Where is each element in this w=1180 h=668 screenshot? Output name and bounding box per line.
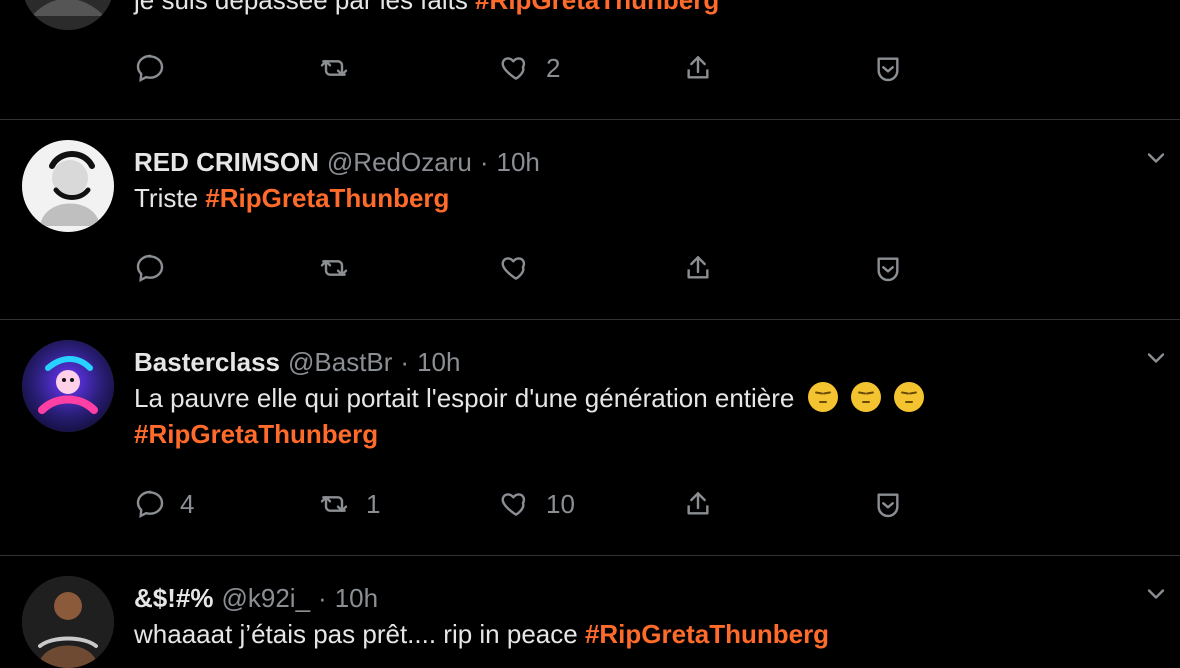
bookmark-icon	[877, 257, 899, 282]
retweet-button[interactable]	[316, 52, 366, 84]
hashtag-link[interactable]: #RipGretaThunberg	[585, 619, 829, 649]
reply-button[interactable]	[134, 252, 180, 284]
share-icon	[687, 256, 709, 279]
avatar[interactable]	[22, 0, 114, 30]
separator-dot: ·	[400, 346, 410, 377]
retweet-icon	[320, 60, 348, 76]
tweet-text: whaaaat j’étais pas prêt.... rip in peac…	[134, 619, 830, 649]
like-button[interactable]: 10	[500, 488, 575, 520]
display-name[interactable]: RED CRIMSON	[134, 147, 319, 178]
retweet-count: 1	[366, 488, 381, 519]
timeline: je suis dépassée par les faits #RipGreta…	[0, 0, 1180, 668]
retweet-icon	[320, 260, 348, 276]
retweet-icon	[320, 496, 348, 512]
heart-icon	[501, 57, 526, 80]
bookmark-icon	[877, 493, 899, 518]
pensive-face-emoji	[894, 382, 925, 413]
share-icon	[687, 56, 709, 79]
avatar[interactable]	[22, 340, 114, 432]
tweet-header: &$!#% @k92i_ · 10h	[134, 580, 378, 616]
bookmark-icon	[877, 57, 899, 82]
tweet-text: La pauvre elle qui portait l'espoir d'un…	[134, 380, 1114, 452]
hashtag-link[interactable]: #RipGretaThunberg	[205, 183, 449, 213]
separator-dot: ·	[318, 582, 327, 613]
tweet-card[interactable]: Basterclass @BastBr · 10h La pauvre elle…	[0, 320, 1180, 556]
display-name[interactable]: &$!#%	[134, 583, 213, 614]
chevron-down-icon[interactable]	[1142, 580, 1170, 608]
reply-icon	[136, 54, 164, 83]
share-button[interactable]	[682, 52, 714, 84]
pensive-face-emoji	[807, 382, 838, 413]
bookmark-button[interactable]	[872, 488, 904, 520]
like-count: 2	[546, 52, 561, 83]
bookmark-button[interactable]	[872, 52, 904, 84]
reply-button[interactable]: 4	[134, 488, 194, 520]
like-count: 10	[546, 488, 575, 519]
avatar[interactable]	[22, 576, 114, 668]
tweet-card[interactable]: RED CRIMSON @RedOzaru · 10h Triste #RipG…	[0, 120, 1180, 320]
user-handle[interactable]: @RedOzaru	[327, 147, 472, 178]
chevron-down-icon[interactable]	[1142, 144, 1170, 172]
tweet-text: Triste #RipGretaThunberg	[134, 183, 450, 213]
heart-icon	[501, 493, 526, 516]
share-icon	[687, 492, 709, 515]
user-handle[interactable]: @BastBr	[288, 347, 392, 378]
bookmark-button[interactable]	[872, 252, 904, 284]
tweet-card[interactable]: &$!#% @k92i_ · 10h whaaaat j’étais pas p…	[0, 556, 1180, 668]
timestamp[interactable]: 10h	[335, 583, 378, 614]
pensive-face-emoji	[850, 382, 881, 413]
hashtag-link[interactable]: #RipGretaThunberg	[134, 419, 378, 449]
timestamp[interactable]: 10h	[496, 147, 539, 178]
user-handle[interactable]: @k92i_	[221, 583, 310, 614]
reply-button[interactable]	[134, 52, 180, 84]
timestamp[interactable]: 10h	[417, 347, 460, 378]
tweet-text: je suis dépassée par les faits #RipGreta…	[134, 0, 719, 18]
retweet-button[interactable]	[316, 252, 366, 284]
reply-count: 4	[180, 488, 195, 519]
tweet-card[interactable]: je suis dépassée par les faits #RipGreta…	[0, 0, 1180, 120]
heart-icon	[501, 257, 526, 280]
tweet-header: Basterclass @BastBr · 10h	[134, 344, 460, 380]
like-button[interactable]	[500, 252, 546, 284]
hashtag-link[interactable]: #RipGretaThunberg	[475, 0, 719, 15]
tweet-header: RED CRIMSON @RedOzaru · 10h	[134, 144, 540, 180]
separator-dot: ·	[479, 146, 489, 177]
reply-icon	[136, 490, 164, 519]
retweet-button[interactable]: 1	[316, 488, 380, 520]
chevron-down-icon[interactable]	[1142, 344, 1170, 372]
avatar[interactable]	[22, 140, 114, 232]
display-name[interactable]: Basterclass	[134, 347, 280, 378]
share-button[interactable]	[682, 252, 714, 284]
share-button[interactable]	[682, 488, 714, 520]
like-button[interactable]: 2	[500, 52, 560, 84]
reply-icon	[136, 254, 164, 283]
